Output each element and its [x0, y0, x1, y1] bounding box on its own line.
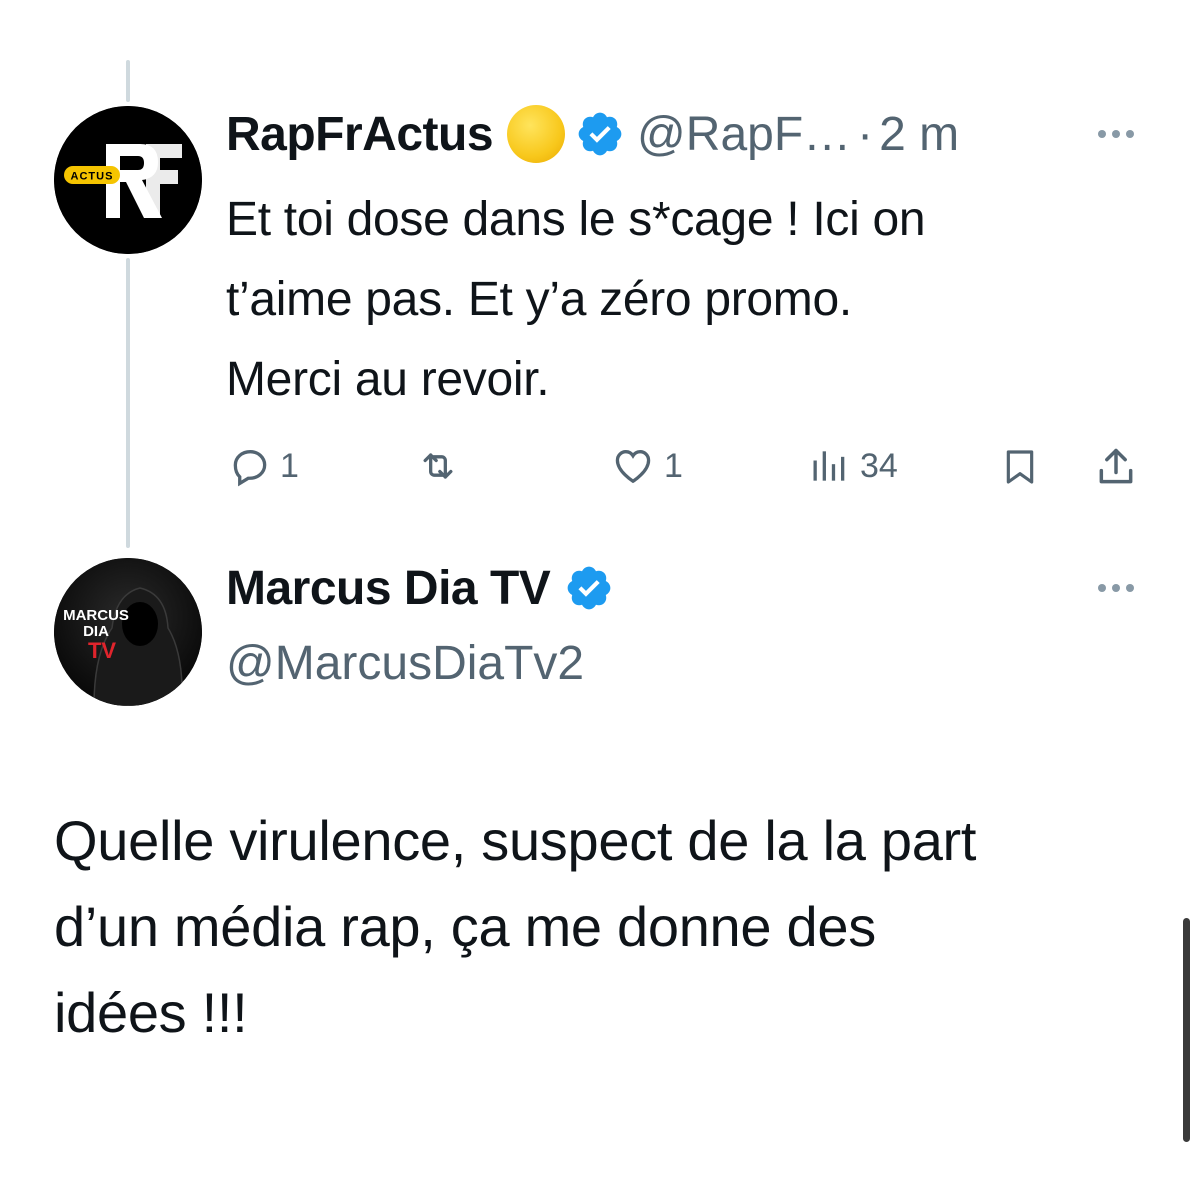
tweet-text-line: Quelle virulence, suspect de la la part [54, 809, 977, 872]
more-options-icon[interactable] [1098, 130, 1134, 138]
avatar[interactable]: MARCUS DIA TV [54, 558, 202, 706]
share-button[interactable] [1094, 444, 1138, 490]
avatar-label: TV [88, 638, 116, 663]
avatar[interactable]: ACTUS [54, 106, 202, 254]
thread-connector-line [126, 60, 130, 102]
user-handle[interactable]: @RapF… [637, 107, 851, 162]
avatar-label: MARCUS [63, 607, 129, 624]
bookmark-button[interactable] [1000, 444, 1040, 490]
reply-button[interactable]: 1 [228, 444, 299, 488]
thread-connector-line [126, 258, 130, 548]
share-icon [1099, 448, 1133, 484]
display-name[interactable]: Marcus Dia TV [226, 561, 551, 616]
yellow-circle-emoji-icon [507, 105, 566, 163]
avatar-label: ACTUS [71, 171, 114, 183]
tweet-text-line: d’un média rap, ça me donne des [54, 895, 876, 958]
separator-dot: · [857, 107, 874, 161]
tweet-text-line: Merci au revoir. [226, 353, 550, 406]
retweet-icon [423, 453, 453, 479]
reply-icon [233, 450, 267, 487]
views-button[interactable]: 34 [808, 444, 898, 488]
more-options-icon[interactable] [1098, 584, 1134, 592]
views-count: 34 [860, 446, 898, 485]
heart-icon [615, 450, 651, 484]
user-handle[interactable]: @MarcusDiaTv2 [226, 634, 584, 694]
tweet-text-line: idées !!! [54, 981, 248, 1044]
timestamp[interactable]: 2 m [879, 107, 959, 162]
like-count: 1 [664, 446, 683, 485]
verified-badge-icon [567, 566, 611, 610]
scrollbar[interactable] [1183, 918, 1190, 1142]
tweet-text-line: t’aime pas. Et y’a zéro promo. [226, 273, 852, 326]
reply-count: 1 [280, 446, 299, 485]
verified-badge-icon [578, 112, 622, 156]
views-bar-chart-icon [813, 451, 845, 481]
tweet-text: Quelle virulence, suspect de la la part … [54, 798, 976, 1056]
tweet-text: Et toi dose dans le s*cage ! Ici on t’ai… [226, 180, 926, 420]
bookmark-icon [1006, 450, 1034, 484]
display-name[interactable]: RapFrActus [226, 107, 494, 162]
tweet-header: RapFrActus @RapF… · 2 m [226, 104, 959, 164]
tweet-header: Marcus Dia TV [226, 558, 614, 618]
tweet-text-line: Et toi dose dans le s*cage ! Ici on [226, 193, 926, 246]
retweet-button[interactable] [414, 444, 462, 488]
rapfractus-logo: ACTUS [54, 106, 202, 254]
like-button[interactable]: 1 [610, 444, 683, 488]
marcus-dia-tv-avatar: MARCUS DIA TV [54, 558, 202, 706]
